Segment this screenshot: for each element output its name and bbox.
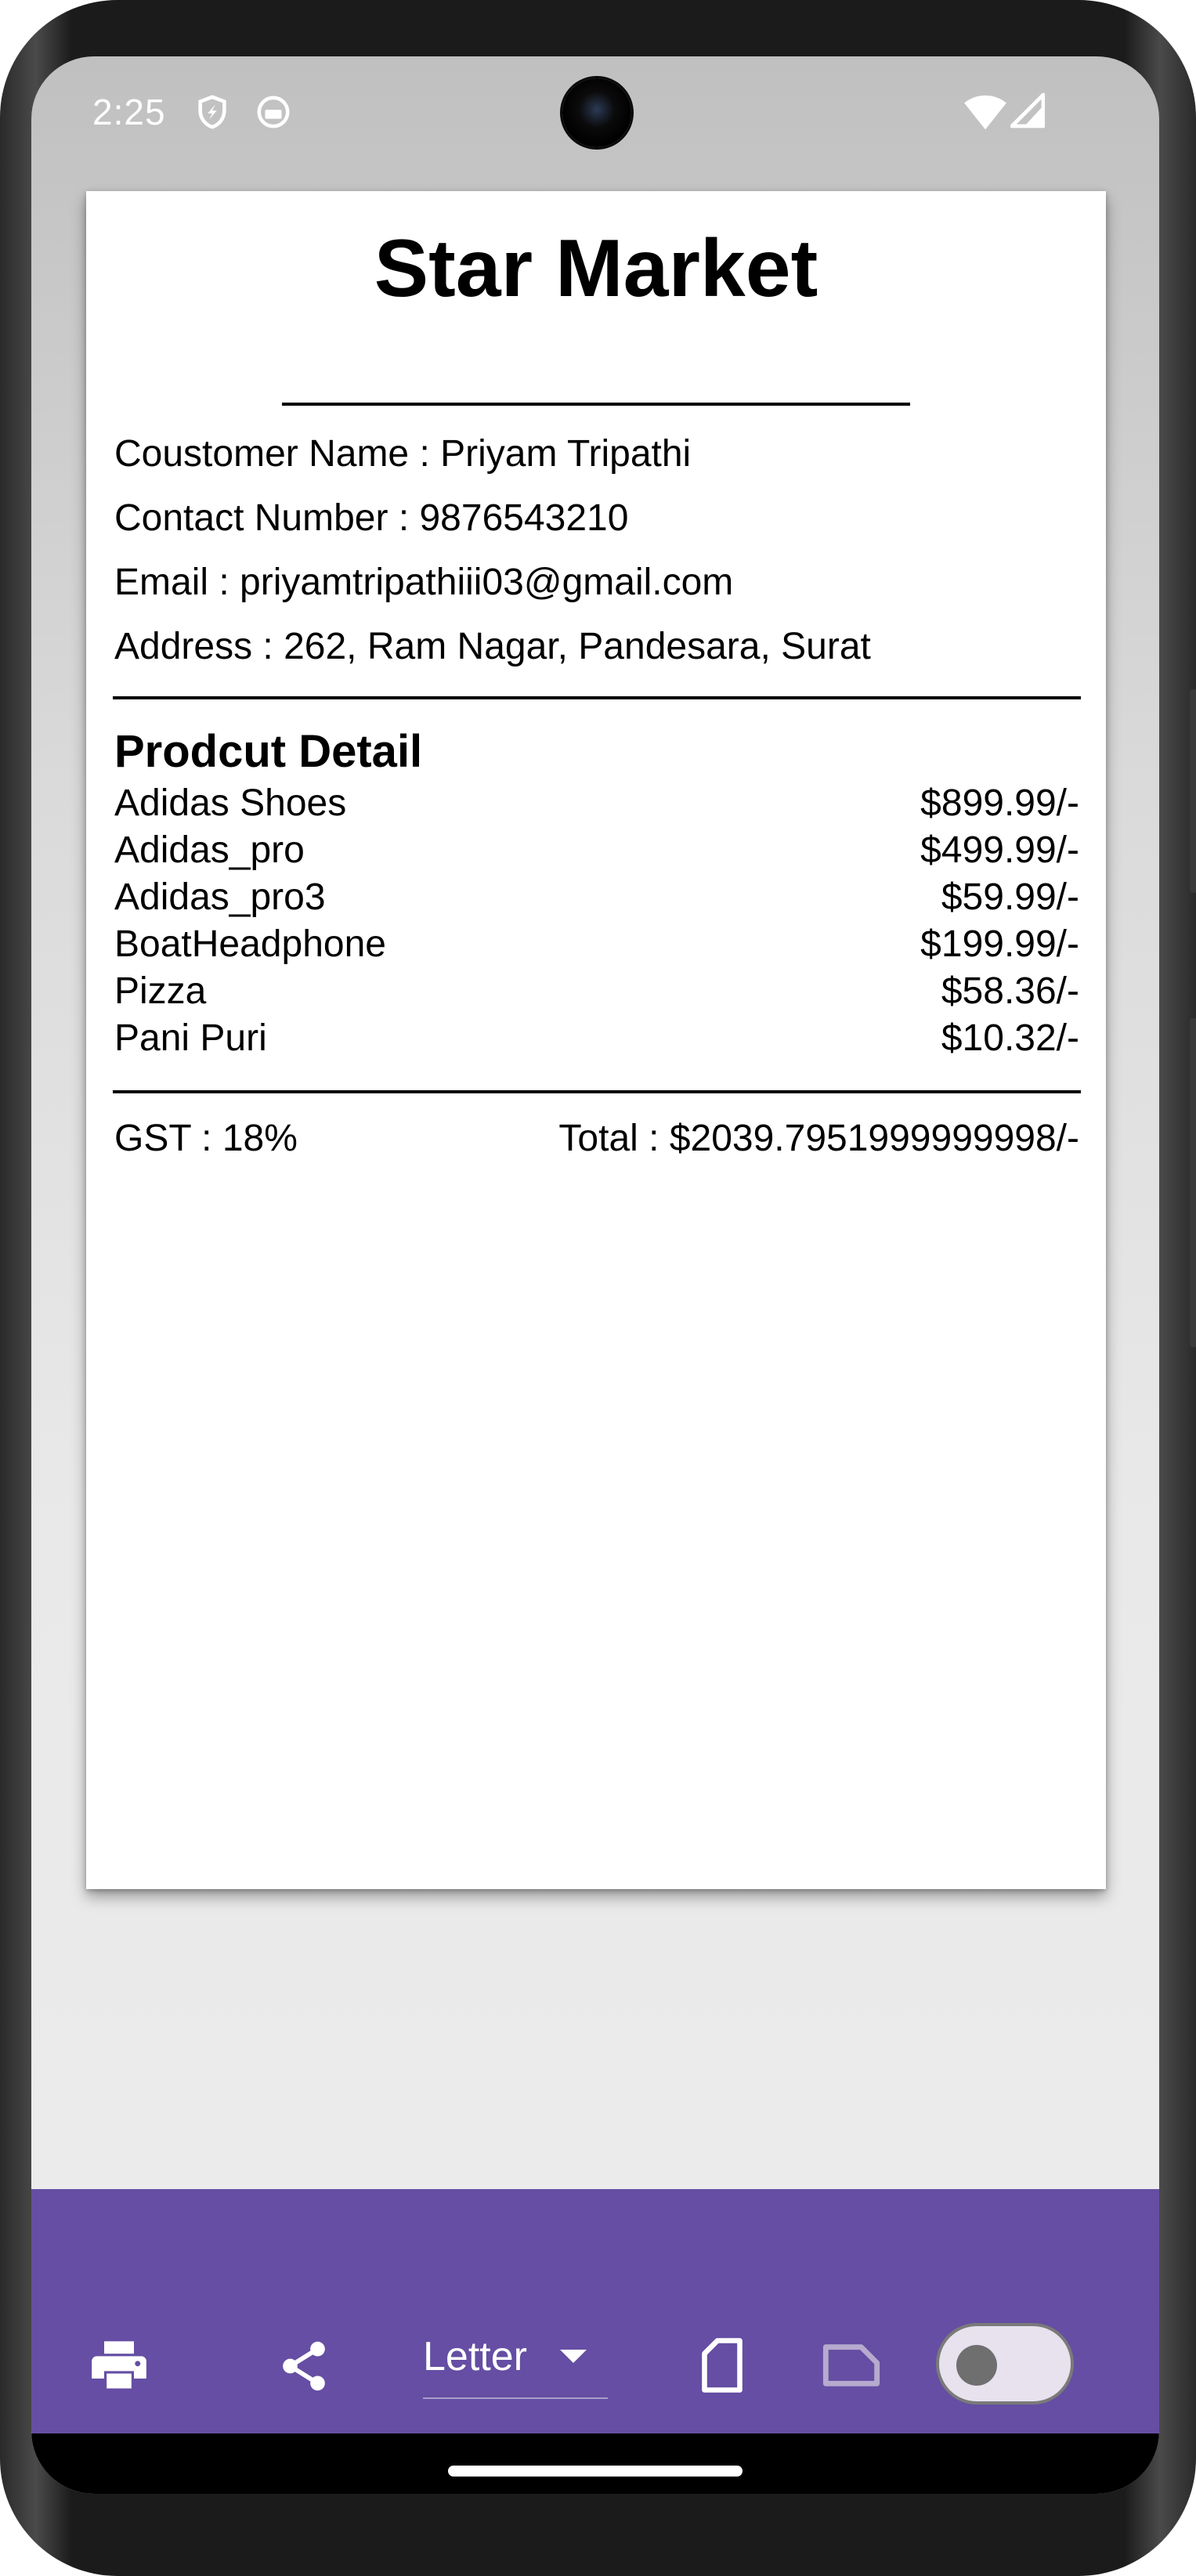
- paper-size-label: Letter: [423, 2334, 527, 2379]
- portrait-orientation-icon: [702, 2338, 743, 2393]
- landscape-orientation-icon: [822, 2344, 880, 2386]
- product-name: Adidas_pro: [114, 829, 305, 871]
- contact-number: Contact Number : 9876543210: [114, 497, 629, 539]
- app-notification-icon: [257, 96, 290, 128]
- receipt-preview[interactable]: Star Market Coustomer Name : Priyam Trip…: [86, 191, 1106, 1889]
- front-camera: [562, 78, 631, 147]
- product-price: $10.32/-: [941, 1017, 1079, 1059]
- landscape-orientation-button[interactable]: [818, 2338, 885, 2393]
- product-price: $499.99/-: [920, 829, 1079, 871]
- wifi-icon: [964, 95, 1006, 130]
- gst-label: GST : 18%: [114, 1118, 298, 1159]
- info-divider: [113, 696, 1081, 699]
- product-row: Adidas_pro $499.99/-: [114, 829, 1079, 876]
- print-button[interactable]: [88, 2335, 150, 2397]
- product-row: BoatHeadphone $199.99/-: [114, 923, 1079, 970]
- product-row: Pani Puri $10.32/-: [114, 1017, 1079, 1064]
- volume-button: [1190, 689, 1196, 893]
- status-bar: 2:25: [31, 56, 1159, 174]
- product-name: Pizza: [114, 970, 207, 1012]
- products-divider: [113, 1090, 1081, 1093]
- product-price: $58.36/-: [941, 970, 1079, 1012]
- print-toolbar: Letter: [31, 2189, 1159, 2433]
- home-indicator[interactable]: [448, 2466, 743, 2477]
- paper-size-dropdown[interactable]: Letter: [423, 2189, 608, 2433]
- print-icon: [92, 2341, 146, 2389]
- power-button: [1190, 1018, 1196, 1347]
- section-title: Prodcut Detail: [114, 726, 423, 777]
- screen: 2:25 Star Market Coustomer Name : Priyam…: [31, 56, 1159, 2494]
- product-price: $59.99/-: [941, 876, 1079, 918]
- product-name: Adidas Shoes: [114, 782, 347, 824]
- total-label: Total : $2039.7951999999998/-: [558, 1118, 1079, 1159]
- dropdown-underline: [423, 2397, 608, 2399]
- product-name: Pani Puri: [114, 1017, 267, 1059]
- cellular-signal-icon: [1010, 92, 1045, 128]
- customer-name: Coustomer Name : Priyam Tripathi: [114, 433, 692, 475]
- device-frame: 2:25 Star Market Coustomer Name : Priyam…: [0, 0, 1196, 2576]
- shield-icon: [198, 95, 226, 129]
- address: Address : 262, Ram Nagar, Pandesara, Sur…: [114, 626, 871, 667]
- portrait-orientation-button[interactable]: [692, 2332, 752, 2399]
- status-time: 2:25: [92, 92, 166, 132]
- toggle-switch[interactable]: [936, 2323, 1074, 2404]
- toggle-knob: [956, 2345, 997, 2386]
- product-row: Adidas Shoes $899.99/-: [114, 782, 1079, 829]
- product-price: $899.99/-: [920, 782, 1079, 824]
- chevron-down-icon: [560, 2350, 587, 2363]
- share-icon: [283, 2341, 325, 2391]
- share-button[interactable]: [273, 2335, 335, 2397]
- store-title: Star Market: [374, 223, 818, 314]
- email: Email : priyamtripathiii03@gmail.com: [114, 562, 734, 603]
- product-row: Adidas_pro3 $59.99/-: [114, 876, 1079, 923]
- product-row: Pizza $58.36/-: [114, 970, 1079, 1017]
- product-name: BoatHeadphone: [114, 923, 386, 965]
- product-name: Adidas_pro3: [114, 876, 326, 918]
- product-price: $199.99/-: [920, 923, 1079, 965]
- navigation-bar: [31, 2433, 1159, 2494]
- title-divider: [282, 403, 910, 406]
